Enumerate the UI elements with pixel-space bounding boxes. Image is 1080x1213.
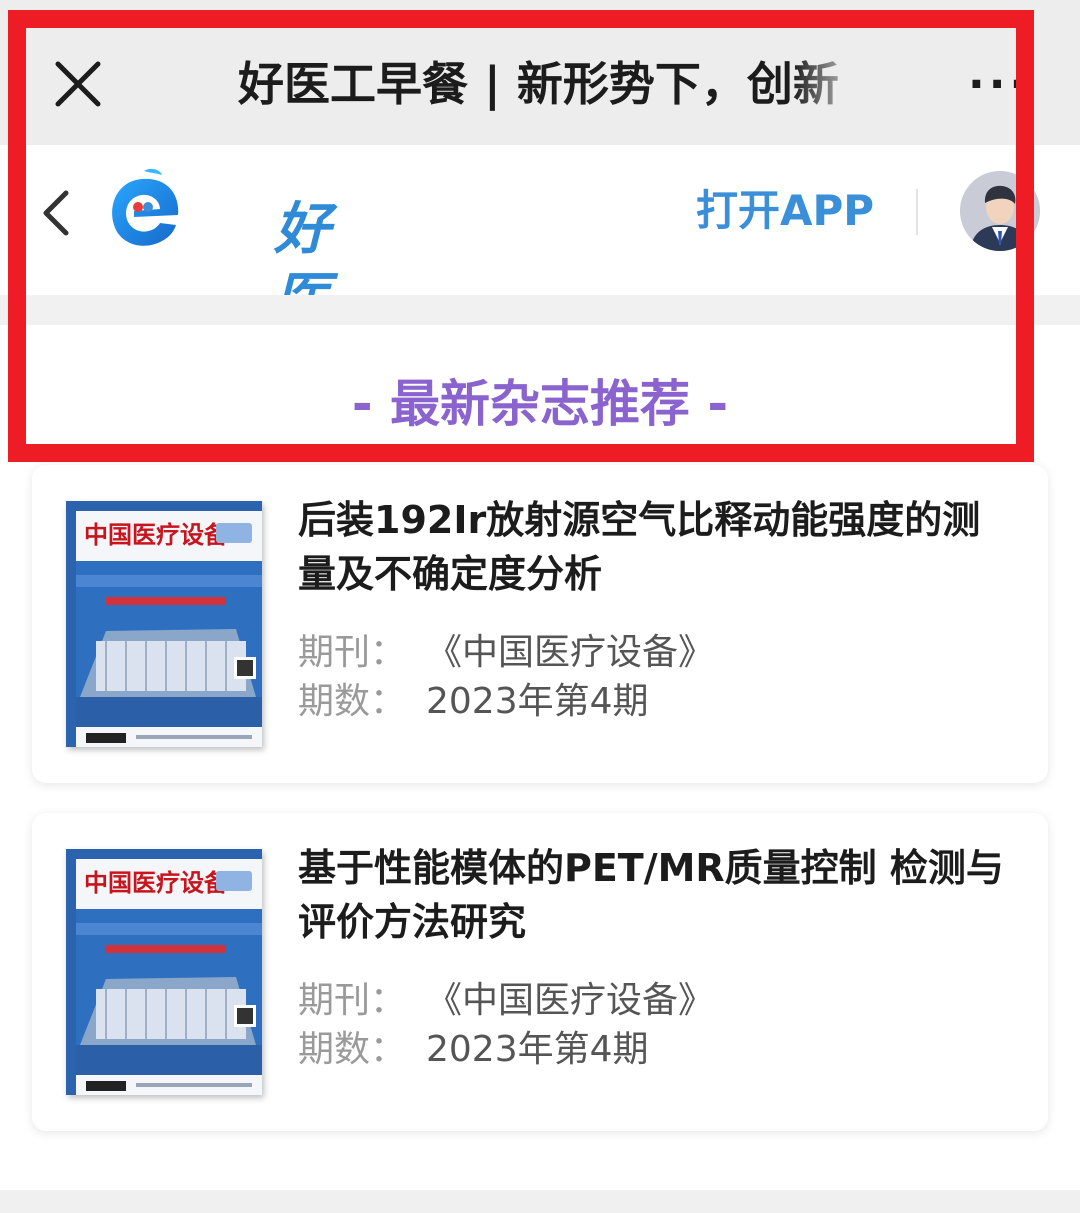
header-divider xyxy=(916,189,918,235)
journal-name: 《中国医疗设备》 xyxy=(426,632,715,673)
journal-label: 期刊： xyxy=(298,980,407,1021)
open-app-button[interactable]: 打开APP xyxy=(696,181,874,241)
issue-row: 期数： 2023年第4期 xyxy=(298,1025,649,1075)
section-gap xyxy=(0,295,1080,325)
article-card[interactable]: 中国医疗设备 基于性能模体的PET/MR质量控制 检测与评价方法研究 期刊： 《… xyxy=(32,813,1048,1131)
cover-masthead: 中国医疗设备 xyxy=(84,868,229,897)
title-bar: 好医工早餐 | 新形势下，创新 ··· xyxy=(0,0,1080,145)
logo-mark-icon xyxy=(112,168,179,246)
page-title: 好医工早餐 | 新形势下，创新 xyxy=(238,57,839,111)
journal-label: 期刊： xyxy=(298,632,407,673)
bottom-band xyxy=(0,1190,1080,1213)
issue-row: 期数： 2023年第4期 xyxy=(298,677,649,727)
close-icon[interactable] xyxy=(52,58,104,110)
journal-row: 期刊： 《中国医疗设备》 xyxy=(298,628,714,678)
chevron-left-icon[interactable] xyxy=(36,185,76,241)
journal-cover-image: 中国医疗设备 xyxy=(66,849,262,1095)
avatar[interactable] xyxy=(960,171,1040,251)
journal-name: 《中国医疗设备》 xyxy=(426,980,715,1021)
cover-masthead: 中国医疗设备 xyxy=(84,520,229,549)
brand-logo[interactable]: 好医工 xyxy=(104,167,334,402)
more-icon[interactable]: ··· xyxy=(968,63,1034,107)
issue-label: 期数： xyxy=(298,681,407,722)
issue-value: 2023年第4期 xyxy=(426,1029,649,1070)
journal-row: 期刊： 《中国医疗设备》 xyxy=(298,976,714,1026)
issue-label: 期数： xyxy=(298,1029,407,1070)
section-title: - 最新杂志推荐 - xyxy=(351,375,729,433)
journal-cover-image: 中国医疗设备 xyxy=(66,501,262,747)
site-header: 好医工 打开APP xyxy=(0,145,1080,402)
article-title: 后装192Ir放射源空气比释动能强度的测量及不确定度分析 xyxy=(298,498,981,596)
article-title: 基于性能模体的PET/MR质量控制 检测与评价方法研究 xyxy=(298,846,1004,944)
issue-value: 2023年第4期 xyxy=(426,681,649,722)
journal-recommend-section: - 最新杂志推荐 - 中国医疗设备 后装192Ir放射源空气比释动能强度的测量及… xyxy=(0,325,1080,1190)
article-card[interactable]: 中国医疗设备 后装192Ir放射源空气比释动能强度的测量及不确定度分析 期刊： … xyxy=(32,465,1048,783)
